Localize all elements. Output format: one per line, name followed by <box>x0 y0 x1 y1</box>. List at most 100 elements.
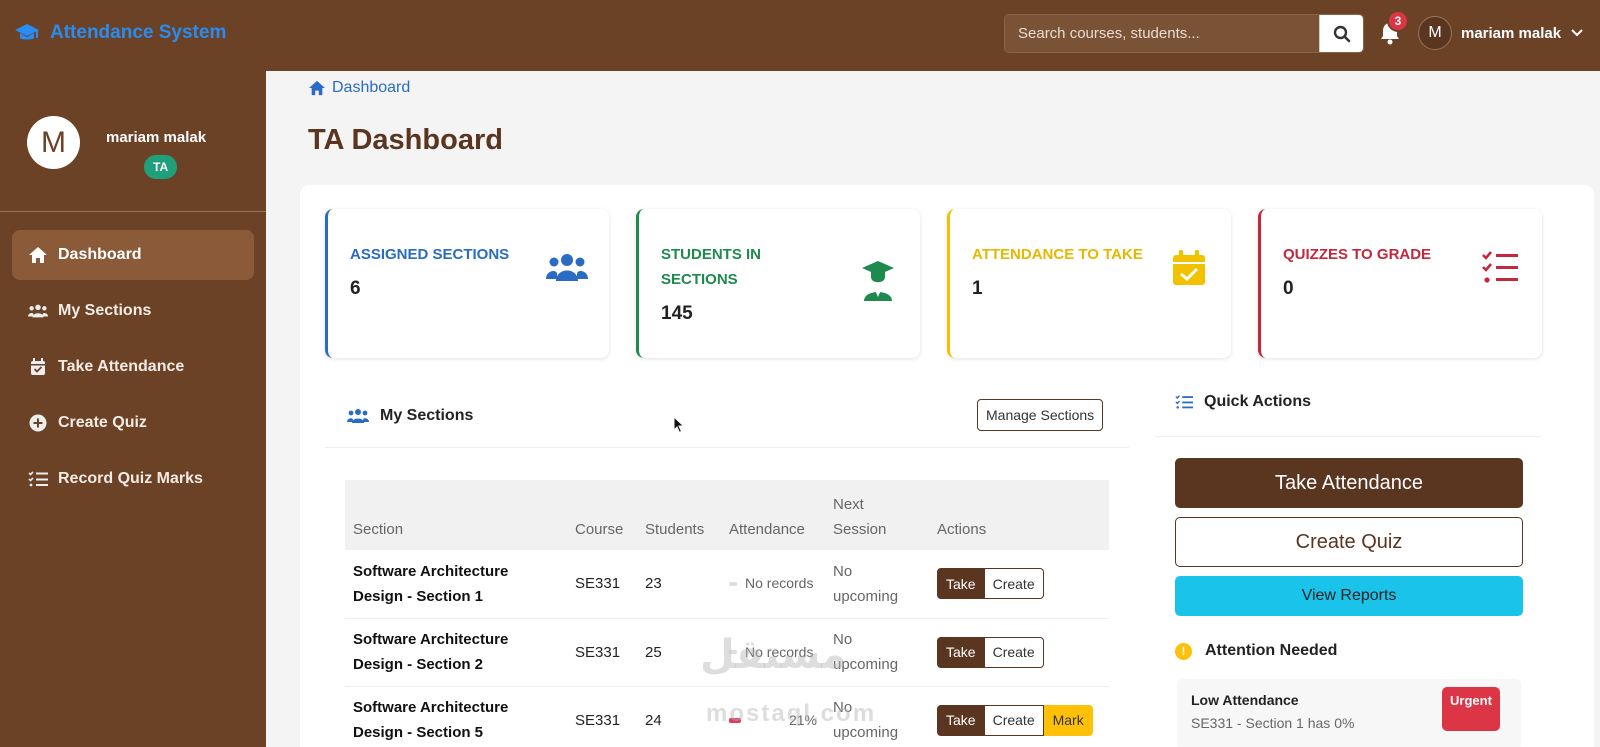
quick-actions-header: Quick Actions <box>1155 377 1541 437</box>
user-menu[interactable]: M mariam malak <box>1418 16 1584 50</box>
my-sections-title-text: My Sections <box>380 407 474 424</box>
search-icon <box>1333 25 1350 42</box>
quick-actions-title-text: Quick Actions <box>1204 393 1311 410</box>
course-code: SE331 <box>567 618 637 687</box>
actions-cell: Take Create <box>929 550 1109 619</box>
my-sections-header: My Sections Manage Sections <box>325 387 1129 448</box>
stat-card-quizzes-to-grade: QUIZZES TO GRADE 0 <box>1258 209 1542 358</box>
column-header: Section <box>353 521 404 538</box>
list-check-icon <box>1175 395 1193 409</box>
stat-card-attendance-to-take: ATTENDANCE TO TAKE 1 <box>947 209 1231 358</box>
create-quiz-button[interactable]: Create <box>984 568 1044 600</box>
attendance-cell: No records <box>721 550 825 619</box>
table-row: Software Architecture Design - Section 2… <box>345 618 1109 687</box>
graduation-cap-icon <box>15 24 39 40</box>
actions-group: Take Create <box>937 568 1101 600</box>
sidebar-nav: Dashboard My Sections Take Attendance Cr… <box>0 212 266 504</box>
section-name: Software Architecture Design - Section 5 <box>345 686 567 747</box>
top-navbar: Attendance System 3 M mariam malak <box>0 0 1600 71</box>
view-reports-button[interactable]: View Reports <box>1175 576 1523 616</box>
my-sections-card: My Sections Manage Sections Section Cour… <box>325 387 1129 747</box>
actions-group: Take Create <box>937 636 1101 668</box>
manage-sections-button[interactable]: Manage Sections <box>977 399 1104 431</box>
alert-description: SE331 - Section 1 has 0% <box>1191 715 1355 731</box>
create-quiz-button[interactable]: Create <box>984 704 1044 736</box>
course-code: SE331 <box>567 550 637 619</box>
sidebar-item-label: Dashboard <box>58 246 142 263</box>
create-quiz-button[interactable]: Create <box>984 636 1044 668</box>
take-attendance-button[interactable]: Take <box>937 636 985 668</box>
breadcrumb[interactable]: Dashboard <box>308 79 410 97</box>
attendance-value: No records <box>745 575 814 592</box>
actions-cell: Take Create <box>929 618 1109 687</box>
sidebar-item-label: Take Attendance <box>58 358 185 375</box>
attention-alert-item[interactable]: Low Attendance SE331 - Section 1 has 0% … <box>1177 679 1521 747</box>
column-header: Next Session <box>833 496 887 538</box>
course-code: SE331 <box>567 686 637 747</box>
quick-actions-card: Quick Actions Take Attendance Create Qui… <box>1155 377 1541 747</box>
home-icon <box>309 80 325 96</box>
attendance-value: No records <box>745 643 814 660</box>
profile-avatar: M <box>27 116 80 169</box>
next-session: No upcoming <box>825 550 929 619</box>
graduate-icon <box>862 261 894 301</box>
sidebar-item-label: Record Quiz Marks <box>58 470 203 487</box>
brand-link[interactable]: Attendance System <box>14 22 226 44</box>
search-input[interactable] <box>1005 15 1319 52</box>
role-badge: TA <box>144 155 178 179</box>
student-count: 25 <box>637 618 721 687</box>
student-count: 23 <box>637 550 721 619</box>
avatar: M <box>1418 16 1452 50</box>
mark-button[interactable]: Mark <box>1043 704 1093 736</box>
create-quiz-button[interactable]: Create Quiz <box>1175 517 1523 567</box>
sidebar-item-label: Create Quiz <box>58 414 147 431</box>
table-row: Software Architecture Design - Section 1… <box>345 550 1109 619</box>
stat-label: QUIZZES TO GRADE <box>1283 246 1432 263</box>
chevron-down-icon <box>1571 29 1583 37</box>
stat-card-students-in-sections: STUDENTS IN SECTIONS 145 <box>636 209 920 358</box>
take-attendance-button[interactable]: Take <box>937 704 985 736</box>
sidebar-profile: M mariam malak TA <box>0 71 266 212</box>
mouse-cursor-icon <box>673 416 685 434</box>
search-button[interactable] <box>1319 15 1363 52</box>
stat-card-assigned-sections: ASSIGNED SECTIONS 6 <box>325 209 609 358</box>
user-name: mariam malak <box>1461 24 1562 42</box>
table-row: Software Architecture Design - Section 5… <box>345 686 1109 747</box>
sidebar-item-dashboard[interactable]: Dashboard <box>12 230 254 280</box>
take-attendance-button[interactable]: Take <box>937 568 985 600</box>
attention-needed-heading: ! Attention Needed <box>1175 642 1337 660</box>
list-check-icon <box>1482 251 1518 283</box>
plus-circle-icon <box>28 413 48 433</box>
sidebar-item-record-quiz-marks[interactable]: Record Quiz Marks <box>12 454 254 504</box>
users-icon <box>28 301 48 321</box>
stat-label: STUDENTS IN SECTIONS <box>661 246 762 288</box>
next-session: No upcoming <box>825 686 929 747</box>
page-title: TA Dashboard <box>308 124 503 156</box>
stat-value: 0 <box>1283 278 1294 299</box>
take-attendance-button[interactable]: Take Attendance <box>1175 458 1523 508</box>
section-name: Software Architecture Design - Section 1 <box>345 550 567 619</box>
notification-count-badge: 3 <box>1387 10 1409 32</box>
actions-group: Take Create Mark <box>937 704 1101 736</box>
sidebar-item-my-sections[interactable]: My Sections <box>12 286 254 336</box>
column-header: Course <box>575 521 624 538</box>
sidebar-item-create-quiz[interactable]: Create Quiz <box>12 398 254 448</box>
stat-label: ASSIGNED SECTIONS <box>350 246 510 263</box>
users-icon <box>546 254 588 281</box>
alert-title: Low Attendance <box>1191 692 1299 708</box>
attendance-cell: No records <box>721 618 825 687</box>
search-bar <box>1004 14 1364 53</box>
warning-icon: ! <box>1175 642 1192 660</box>
profile-name: mariam malak <box>106 129 207 146</box>
stat-value: 145 <box>661 303 693 324</box>
section-name: Software Architecture Design - Section 2 <box>345 618 567 687</box>
urgent-badge: Urgent <box>1442 687 1500 731</box>
student-count: 24 <box>637 686 721 747</box>
sidebar-item-take-attendance[interactable]: Take Attendance <box>12 342 254 392</box>
table-header-row: Section Course Students Attendance Next … <box>345 480 1109 550</box>
stat-value: 1 <box>972 278 983 299</box>
attendance-bar <box>729 717 741 723</box>
my-sections-title: My Sections <box>347 407 473 425</box>
users-icon <box>347 409 369 423</box>
calendar-check-icon <box>28 357 48 377</box>
